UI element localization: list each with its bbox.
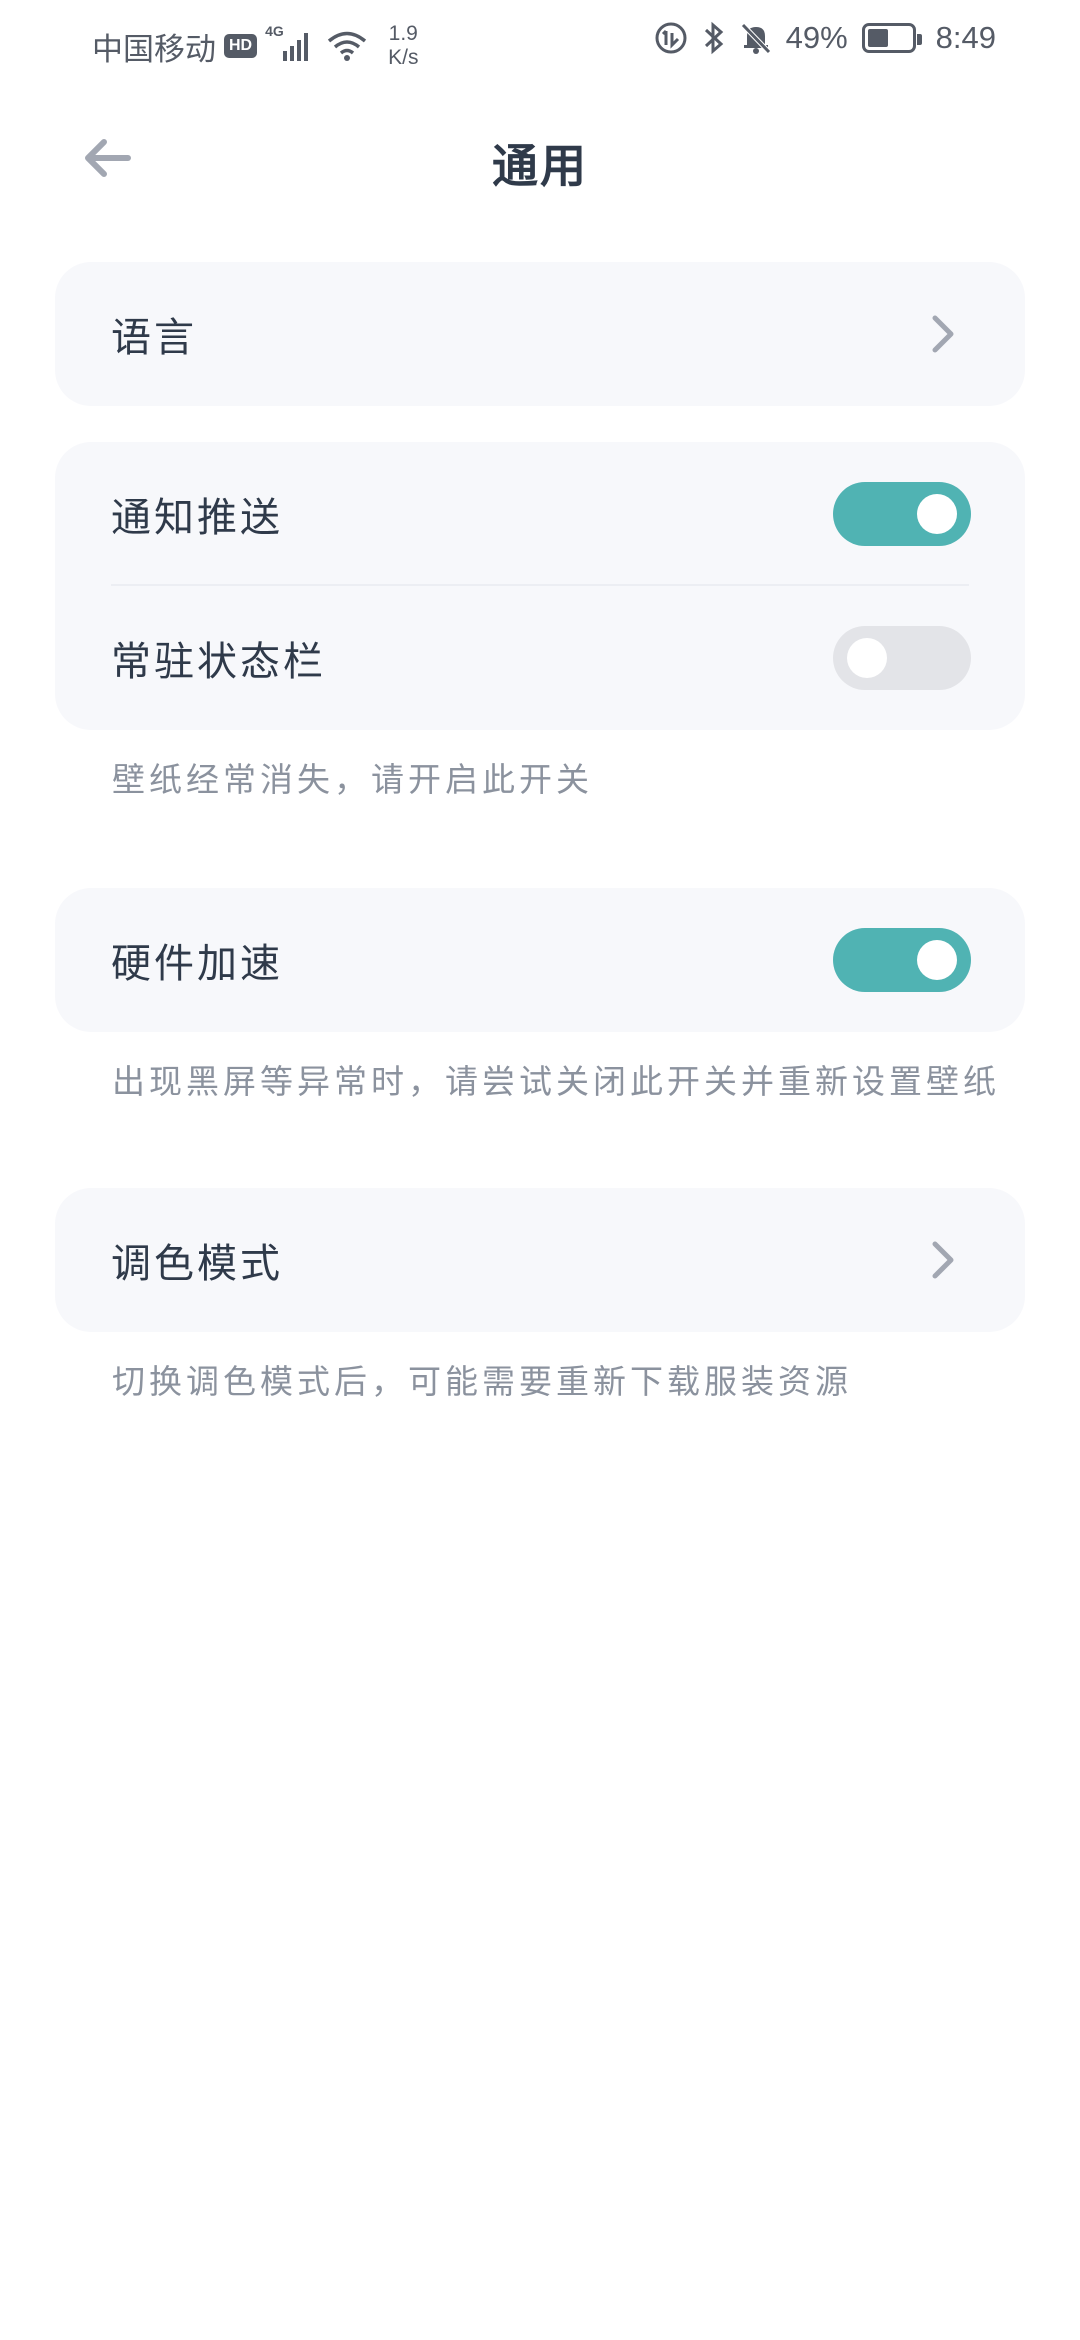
clock: 8:49: [935, 20, 996, 55]
wifi-icon: [327, 31, 367, 61]
hardware-accel-row: 硬件加速: [55, 888, 1025, 1032]
data-saver-icon: [655, 22, 687, 54]
language-label: 语言: [111, 315, 197, 361]
page-title: 通用: [492, 139, 588, 193]
persistent-status-label: 常驻状态栏: [111, 639, 326, 685]
hardware-accel-card: 硬件加速: [55, 888, 1025, 1032]
notifications-label: 通知推送: [111, 495, 283, 541]
network-type: 4G: [265, 23, 284, 39]
hardware-accel-hint: 出现黑屏等异常时，请尝试关闭此开关并重新设置壁纸: [112, 1062, 1000, 1101]
persistent-status-row: 常驻状态栏: [55, 586, 1025, 730]
color-mode-card: 调色模式: [55, 1188, 1025, 1332]
hardware-accel-toggle[interactable]: [833, 928, 971, 992]
hd-badge: HD: [224, 34, 258, 58]
notifications-toggle[interactable]: [833, 482, 971, 546]
speed-value: 1.9: [388, 22, 418, 45]
persistent-status-toggle[interactable]: [833, 626, 971, 690]
toggle-knob: [917, 940, 957, 980]
color-mode-hint: 切换调色模式后，可能需要重新下载服装资源: [112, 1362, 852, 1401]
toggle-knob: [917, 494, 957, 534]
status-bar: 中国移动 HD 4G 1.9 K/s 49% 8:49: [0, 0, 1080, 84]
persistent-status-hint: 壁纸经常消失，请开启此开关: [112, 760, 593, 799]
color-mode-label: 调色模式: [111, 1241, 283, 1287]
header: 通用: [0, 110, 1080, 210]
notifications-card: 通知推送 常驻状态栏: [55, 442, 1025, 730]
speed-unit: K/s: [388, 46, 419, 69]
color-mode-row[interactable]: 调色模式: [55, 1188, 1025, 1332]
language-card: 语言: [55, 262, 1025, 406]
network-speed: 1.9 K/s: [388, 22, 418, 70]
chevron-right-icon: [932, 1241, 954, 1279]
battery-percent: 49%: [785, 20, 848, 55]
carrier-label: 中国移动: [92, 31, 216, 67]
signal-icon: 4G: [265, 23, 309, 61]
language-row[interactable]: 语言: [55, 262, 1025, 406]
battery-level: [867, 29, 889, 47]
mute-bell-icon: [740, 23, 771, 54]
battery-icon: [861, 23, 922, 53]
hardware-accel-label: 硬件加速: [111, 941, 283, 987]
bluetooth-icon: [704, 21, 723, 55]
notifications-row: 通知推送: [55, 442, 1025, 586]
chevron-right-icon: [932, 315, 954, 353]
toggle-knob: [847, 638, 887, 678]
